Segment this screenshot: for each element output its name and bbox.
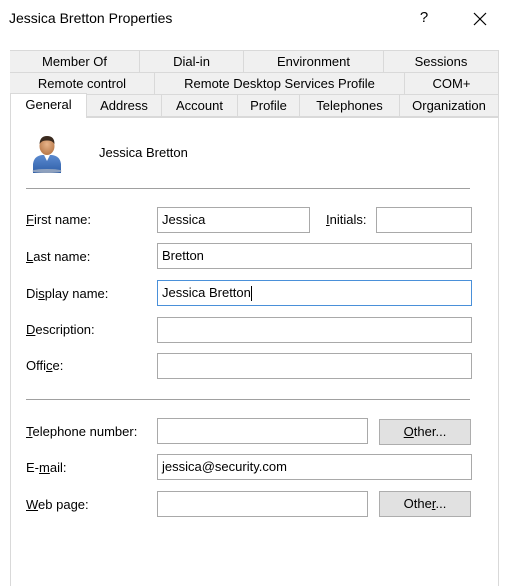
- tab-profile[interactable]: Profile: [238, 95, 300, 117]
- tab-remote-desktop-services-profile[interactable]: Remote Desktop Services Profile: [155, 73, 405, 95]
- help-button[interactable]: ?: [410, 4, 438, 32]
- title-bar: Jessica Bretton Properties ?: [0, 0, 510, 38]
- initials-field[interactable]: [376, 207, 472, 233]
- web-page-other-button[interactable]: Other...: [379, 491, 471, 517]
- web-page-field[interactable]: [157, 491, 368, 517]
- tab-address[interactable]: Address: [87, 95, 162, 117]
- separator: [26, 399, 470, 400]
- first-name-field[interactable]: Jessica: [157, 207, 310, 233]
- tab-telephones[interactable]: Telephones: [300, 95, 400, 117]
- text-caret: [250, 286, 252, 302]
- web-page-label: Web page:: [26, 497, 89, 512]
- separator: [26, 188, 470, 189]
- tab-sessions[interactable]: Sessions: [384, 51, 499, 73]
- tab-row-3: General Address Account Profile Telephon…: [10, 93, 499, 118]
- user-display-name: Jessica Bretton: [99, 145, 188, 160]
- close-button[interactable]: [466, 4, 494, 32]
- user-icon: [30, 133, 64, 173]
- tab-row-2: Remote control Remote Desktop Services P…: [10, 72, 499, 95]
- tab-account[interactable]: Account: [162, 95, 238, 117]
- first-name-label: First name:: [26, 212, 92, 227]
- window-title: Jessica Bretton Properties: [9, 10, 173, 26]
- email-field[interactable]: jessica@security.com: [157, 454, 472, 480]
- description-label: Description:: [26, 322, 95, 337]
- last-name-field[interactable]: Bretton: [157, 243, 472, 269]
- tab-com-plus[interactable]: COM+: [405, 73, 499, 95]
- telephone-label: Telephone number:: [26, 424, 138, 439]
- last-name-label: Last name:: [26, 249, 91, 264]
- tab-general[interactable]: General: [10, 93, 87, 118]
- tab-row-1: Member Of Dial-in Environment Sessions: [10, 50, 499, 73]
- tab-organization[interactable]: Organization: [400, 95, 499, 117]
- display-name-label: Display name:: [26, 286, 109, 301]
- email-label: E-mail:: [26, 460, 67, 475]
- tab-dial-in[interactable]: Dial-in: [140, 51, 244, 73]
- office-label: Office:: [26, 358, 64, 373]
- tab-remote-control[interactable]: Remote control: [10, 73, 155, 95]
- tab-environment[interactable]: Environment: [244, 51, 384, 73]
- close-icon: [473, 12, 487, 26]
- display-name-value: Jessica Bretton: [162, 285, 251, 300]
- display-name-field[interactable]: Jessica Bretton: [157, 280, 472, 306]
- office-field[interactable]: [157, 353, 472, 379]
- initials-label: Initials:: [326, 212, 367, 227]
- description-field[interactable]: [157, 317, 472, 343]
- telephone-field[interactable]: [157, 418, 368, 444]
- tab-member-of[interactable]: Member Of: [10, 51, 140, 73]
- telephone-other-button[interactable]: Other...: [379, 419, 471, 445]
